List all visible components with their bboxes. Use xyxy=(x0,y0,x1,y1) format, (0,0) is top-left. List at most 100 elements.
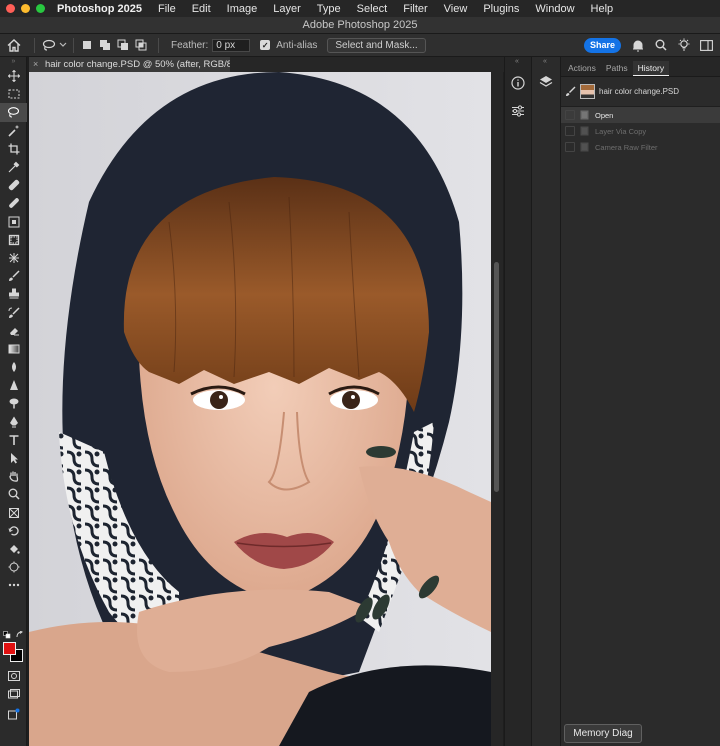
tool-brush[interactable] xyxy=(0,267,27,285)
share-button[interactable]: Share xyxy=(584,38,621,53)
tool-hand[interactable] xyxy=(0,467,27,485)
history-source-slot[interactable] xyxy=(565,110,575,120)
default-colors-icon[interactable] xyxy=(3,631,11,639)
tool-healing-brush[interactable] xyxy=(0,194,27,212)
tool-rotate-view[interactable] xyxy=(0,522,27,540)
tool-content-aware-move[interactable] xyxy=(0,249,27,267)
menu-plugins[interactable]: Plugins xyxy=(483,3,519,15)
close-window-button[interactable] xyxy=(6,4,15,13)
workspace-button[interactable] xyxy=(699,38,713,52)
history-state-row[interactable]: Open xyxy=(561,107,720,123)
tool-eraser[interactable] xyxy=(0,322,27,340)
tool-zoom[interactable] xyxy=(0,485,27,503)
marquee-icon xyxy=(8,89,19,99)
bandage-icon xyxy=(8,180,19,191)
close-tab-icon[interactable]: × xyxy=(33,57,38,72)
tool-eyedropper[interactable] xyxy=(0,158,27,176)
edit-toolbar-button[interactable] xyxy=(0,705,27,723)
history-source-slot[interactable] xyxy=(565,142,575,152)
foreground-color-swatch[interactable] xyxy=(3,642,16,655)
tool-clone-stamp[interactable] xyxy=(0,285,27,303)
tool-blur[interactable] xyxy=(0,358,27,376)
search-button[interactable] xyxy=(654,38,668,52)
tool-sharpen[interactable] xyxy=(0,376,27,394)
home-button[interactable] xyxy=(0,38,28,52)
feather-input[interactable] xyxy=(212,38,251,52)
new-selection-button[interactable] xyxy=(80,39,93,52)
menu-filter[interactable]: Filter xyxy=(403,3,427,15)
rotate-view-icon xyxy=(8,526,19,536)
tool-path-selection[interactable] xyxy=(0,449,27,467)
add-to-selection-button[interactable] xyxy=(98,39,111,52)
intersect-selection-button[interactable] xyxy=(134,39,147,52)
adjustments-panel-button[interactable] xyxy=(510,103,526,119)
tool-type[interactable] xyxy=(0,431,27,449)
notifications-button[interactable] xyxy=(631,38,645,52)
screen-mode-button[interactable] xyxy=(0,685,27,703)
document-canvas[interactable] xyxy=(29,72,491,746)
menu-edit[interactable]: Edit xyxy=(192,3,211,15)
history-brush-source-icon[interactable] xyxy=(565,86,576,97)
discover-button[interactable] xyxy=(677,38,691,52)
menu-type[interactable]: Type xyxy=(317,3,341,15)
properties-panel-button[interactable] xyxy=(510,75,526,91)
menu-image[interactable]: Image xyxy=(227,3,258,15)
tool-move[interactable] xyxy=(0,67,27,85)
tool-paint-bucket[interactable] xyxy=(0,540,27,558)
history-source-slot[interactable] xyxy=(565,126,575,136)
tool-preset-picker[interactable] xyxy=(41,37,57,53)
canvas-vertical-scrollbar[interactable] xyxy=(491,72,503,746)
feather-label: Feather: xyxy=(171,39,209,51)
minimize-window-button[interactable] xyxy=(21,4,30,13)
menu-help[interactable]: Help xyxy=(591,3,614,15)
toolbar-collapse-icon[interactable]: » xyxy=(0,57,27,67)
tool-lasso[interactable] xyxy=(0,103,27,122)
tool-magic-wand[interactable] xyxy=(0,122,27,140)
history-snapshot[interactable]: hair color change.PSD xyxy=(561,77,720,107)
menu-select[interactable]: Select xyxy=(357,3,388,15)
history-state-row[interactable]: Camera Raw Filter xyxy=(561,139,720,155)
tab-paths[interactable]: Paths xyxy=(601,61,633,76)
zoom-window-button[interactable] xyxy=(36,4,45,13)
tool-frame[interactable] xyxy=(0,504,27,522)
tool-dodge[interactable] xyxy=(0,394,27,412)
select-and-mask-button[interactable]: Select and Mask... xyxy=(327,37,426,53)
quick-mask-button[interactable] xyxy=(0,667,27,685)
tool-marquee[interactable] xyxy=(0,85,27,103)
document-tab[interactable]: × hair color change.PSD @ 50% (after, RG… xyxy=(29,57,230,72)
tool-gradient[interactable] xyxy=(0,340,27,358)
expand-panels-icon[interactable]: « xyxy=(543,58,547,65)
tool-adjust[interactable] xyxy=(0,558,27,576)
memory-diag-button[interactable]: Memory Diag xyxy=(564,724,642,743)
tab-history[interactable]: History xyxy=(632,61,670,76)
menu-layer[interactable]: Layer xyxy=(273,3,301,15)
antialias-checkbox[interactable]: ✓ xyxy=(260,40,271,50)
swap-colors-icon[interactable] xyxy=(16,631,24,639)
layers-panel-button[interactable] xyxy=(538,74,554,90)
scrollbar-thumb[interactable] xyxy=(494,262,499,492)
history-state-label: Camera Raw Filter xyxy=(595,142,658,152)
tab-actions[interactable]: Actions xyxy=(563,61,601,76)
chevron-down-icon[interactable] xyxy=(59,42,67,48)
tool-crop[interactable] xyxy=(0,140,27,158)
bell-icon xyxy=(633,40,643,51)
document-icon xyxy=(580,110,588,120)
workspace-icon xyxy=(699,39,713,51)
menu-view[interactable]: View xyxy=(444,3,468,15)
tool-patch[interactable] xyxy=(0,231,27,249)
tool-spot-healing[interactable] xyxy=(0,176,27,194)
tool-pen[interactable] xyxy=(0,413,27,431)
gradient-icon xyxy=(8,344,19,354)
subtract-selection-button[interactable] xyxy=(116,39,129,52)
history-state-row[interactable]: Layer Via Copy xyxy=(561,123,720,139)
document-icon xyxy=(580,142,588,152)
tool-history-brush[interactable] xyxy=(0,303,27,321)
menu-file[interactable]: File xyxy=(158,3,176,15)
sharpen-icon xyxy=(9,380,18,391)
tool-stamp[interactable] xyxy=(0,213,27,231)
menu-window[interactable]: Window xyxy=(535,3,574,15)
menu-app-name[interactable]: Photoshop 2025 xyxy=(57,3,142,15)
expand-panels-icon[interactable]: « xyxy=(515,58,519,65)
tool-more[interactable] xyxy=(0,576,27,594)
window-title: Adobe Photoshop 2025 xyxy=(0,17,720,34)
